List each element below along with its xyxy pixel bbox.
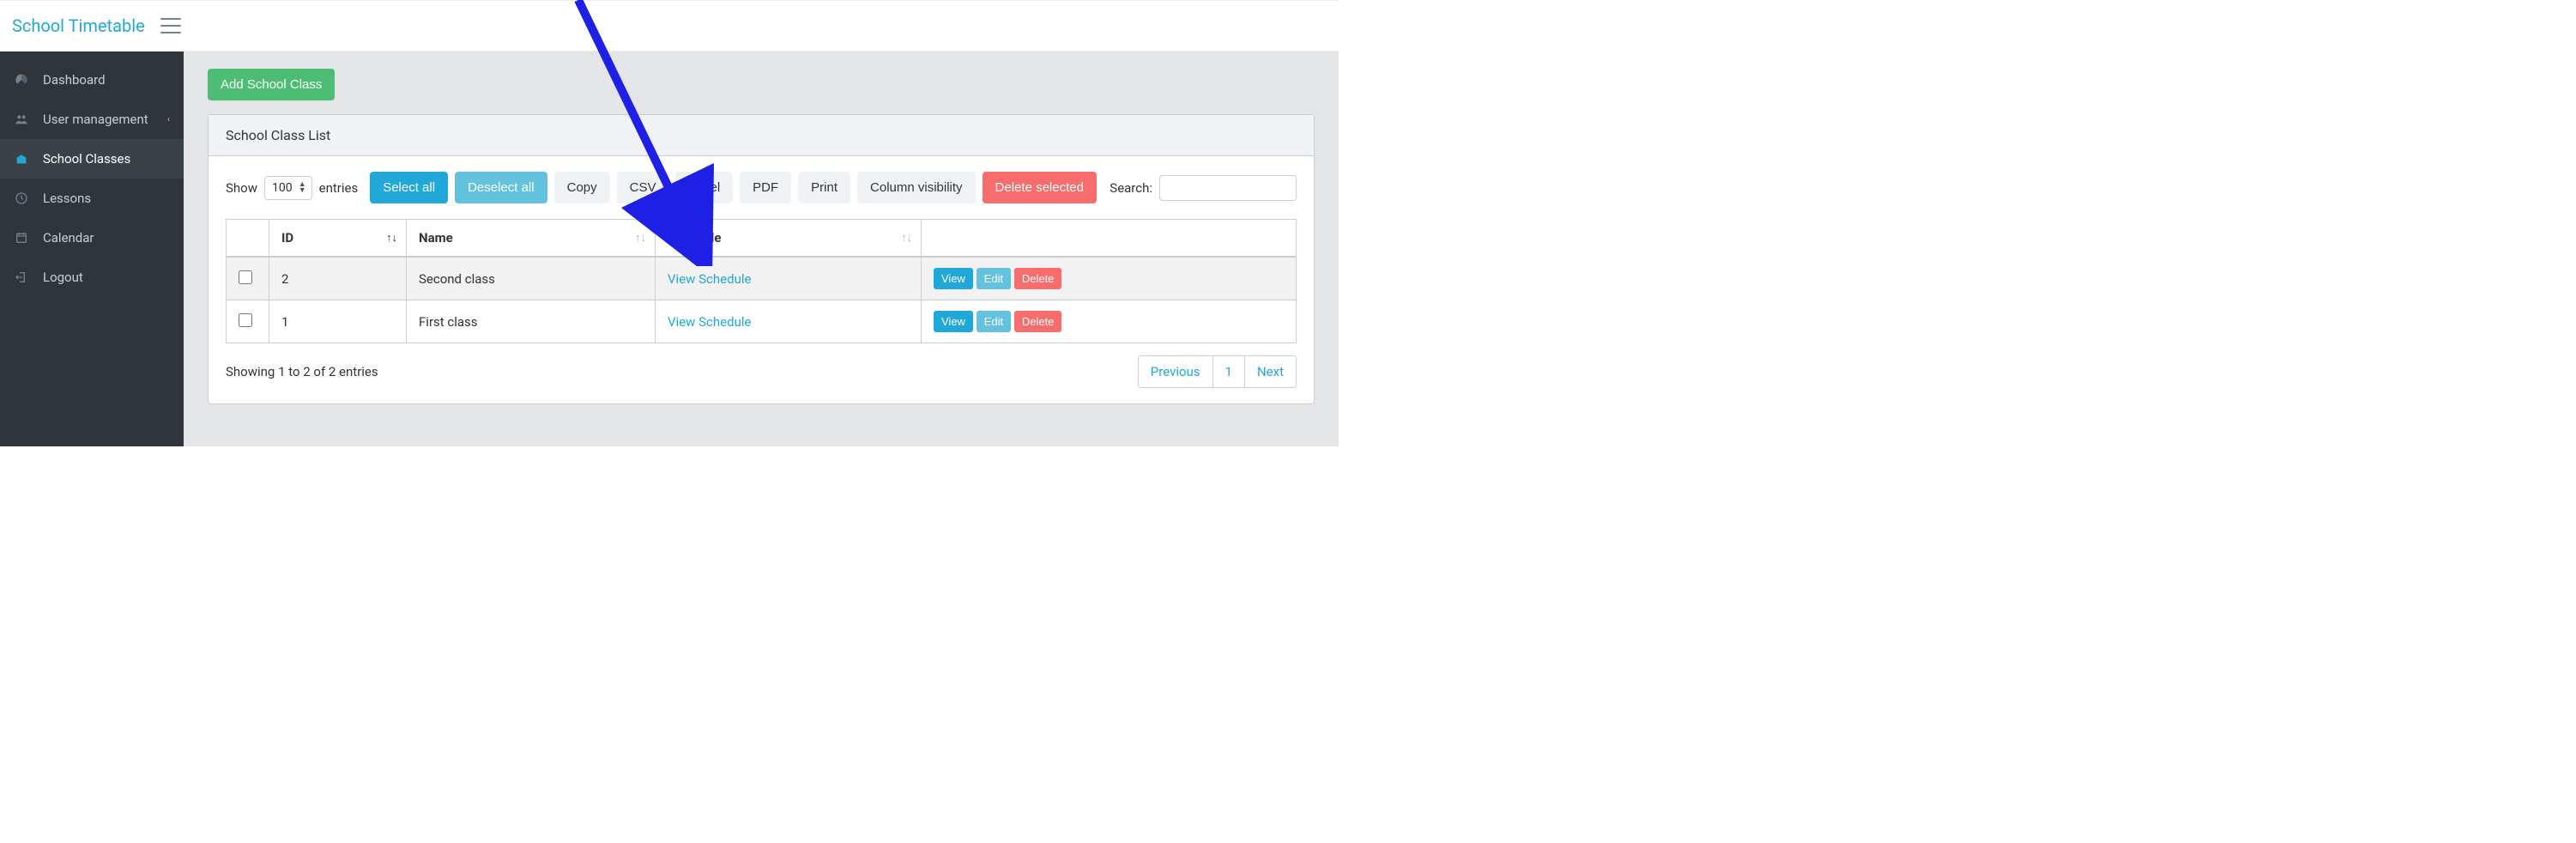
entries-label: entries xyxy=(319,180,359,196)
calendar-icon xyxy=(14,230,29,246)
cell-name: Second class xyxy=(407,257,656,300)
sidebar-item-lessons[interactable]: Lessons xyxy=(0,179,184,218)
print-button[interactable]: Print xyxy=(798,172,850,203)
clock-icon xyxy=(14,191,29,206)
table-row: 1 First class View Schedule View Edit De… xyxy=(227,300,1297,343)
users-icon xyxy=(14,112,29,127)
row-checkbox[interactable] xyxy=(239,313,252,327)
school-icon xyxy=(14,151,29,167)
delete-selected-button[interactable]: Delete selected xyxy=(983,172,1097,203)
excel-button[interactable]: Excel xyxy=(675,172,733,203)
view-schedule-link[interactable]: View Schedule xyxy=(668,271,751,287)
logout-icon xyxy=(14,270,29,285)
table-toolbar: Show 100 ▲▼ entries Select all Deselect … xyxy=(226,172,1297,203)
card-title: School Class List xyxy=(209,115,1314,156)
prev-page-button[interactable]: Previous xyxy=(1139,356,1213,387)
add-school-class-button[interactable]: Add School Class xyxy=(208,69,335,100)
csv-button[interactable]: CSV xyxy=(617,172,669,203)
topbar: School Timetable xyxy=(0,0,1339,52)
select-all-button[interactable]: Select all xyxy=(370,172,448,203)
column-visibility-button[interactable]: Column visibility xyxy=(857,172,976,203)
sidebar-item-user-management[interactable]: User management ‹ xyxy=(0,100,184,139)
entries-value: 100 xyxy=(272,181,293,195)
sidebar-item-label: Dashboard xyxy=(43,72,106,88)
search-label: Search: xyxy=(1110,180,1152,196)
chevron-left-icon: ‹ xyxy=(167,115,170,124)
show-label: Show xyxy=(226,180,257,196)
page-1-button[interactable]: 1 xyxy=(1213,356,1245,387)
col-schedule[interactable]: Schedule ↑↓ xyxy=(656,220,922,258)
cell-id: 1 xyxy=(269,300,407,343)
view-button[interactable]: View xyxy=(934,311,973,332)
pdf-button[interactable]: PDF xyxy=(740,172,791,203)
view-button[interactable]: View xyxy=(934,268,973,289)
main-content: Add School Class School Class List Show … xyxy=(184,52,1339,446)
school-class-card: School Class List Show 100 ▲▼ entries Se… xyxy=(208,114,1315,404)
sort-icon: ↑↓ xyxy=(901,231,912,245)
delete-button[interactable]: Delete xyxy=(1014,311,1062,332)
sidebar-item-label: School Classes xyxy=(43,151,130,167)
sidebar-item-label: Lessons xyxy=(43,191,91,206)
cell-id: 2 xyxy=(269,257,407,300)
sidebar-item-label: Logout xyxy=(43,270,83,285)
delete-button[interactable]: Delete xyxy=(1014,268,1062,289)
sidebar-item-logout[interactable]: Logout xyxy=(0,258,184,297)
pagination: Previous 1 Next xyxy=(1138,355,1297,388)
copy-button[interactable]: Copy xyxy=(554,172,610,203)
search-input[interactable] xyxy=(1159,175,1297,201)
dashboard-icon xyxy=(14,72,29,88)
row-checkbox[interactable] xyxy=(239,270,252,284)
school-class-table: ID ↑↓ Name ↑↓ Schedule ↑↓ xyxy=(226,219,1297,343)
sidebar-item-label: User management xyxy=(43,112,148,127)
sidebar-item-calendar[interactable]: Calendar xyxy=(0,218,184,258)
col-name[interactable]: Name ↑↓ xyxy=(407,220,656,258)
menu-toggle-icon[interactable] xyxy=(160,18,181,33)
col-select[interactable] xyxy=(227,220,269,258)
sidebar: Dashboard User management ‹ School Class… xyxy=(0,52,184,446)
col-actions xyxy=(922,220,1297,258)
view-schedule-link[interactable]: View Schedule xyxy=(668,314,751,330)
brand-title[interactable]: School Timetable xyxy=(12,15,145,36)
entries-select[interactable]: 100 ▲▼ xyxy=(264,176,312,200)
table-row: 2 Second class View Schedule View Edit D… xyxy=(227,257,1297,300)
select-caret-icon: ▲▼ xyxy=(299,182,306,194)
col-id[interactable]: ID ↑↓ xyxy=(269,220,407,258)
sidebar-item-label: Calendar xyxy=(43,230,94,246)
cell-name: First class xyxy=(407,300,656,343)
sort-desc-icon: ↑↓ xyxy=(386,231,397,245)
sidebar-item-school-classes[interactable]: School Classes xyxy=(0,139,184,179)
edit-button[interactable]: Edit xyxy=(977,311,1011,332)
edit-button[interactable]: Edit xyxy=(977,268,1011,289)
table-info: Showing 1 to 2 of 2 entries xyxy=(226,364,378,379)
sidebar-item-dashboard[interactable]: Dashboard xyxy=(0,60,184,100)
deselect-all-button[interactable]: Deselect all xyxy=(455,172,547,203)
next-page-button[interactable]: Next xyxy=(1245,356,1296,387)
sort-icon: ↑↓ xyxy=(635,231,646,245)
